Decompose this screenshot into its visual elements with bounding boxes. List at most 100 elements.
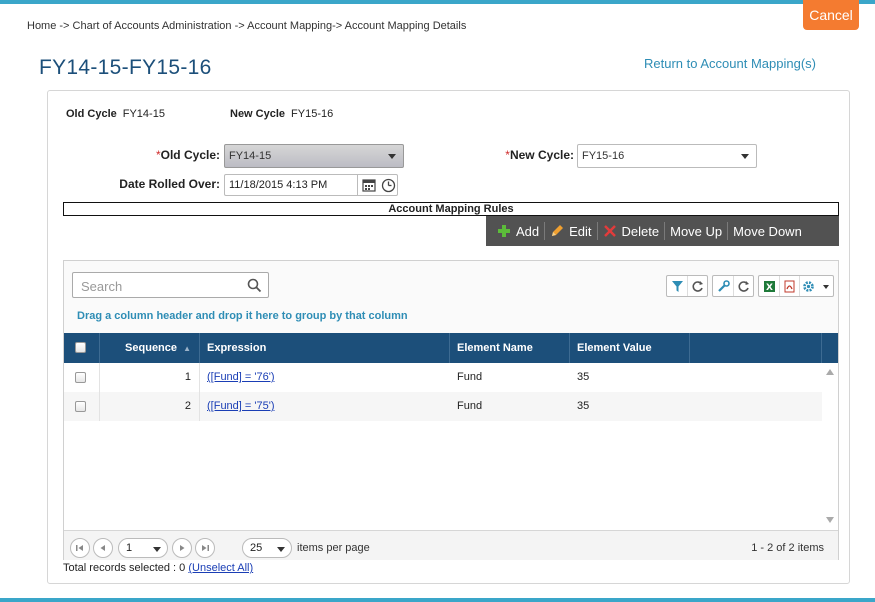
new-cycle-selected-value: FY15-16 [582,150,625,162]
scroll-up-icon[interactable] [826,369,834,375]
date-rolled-over-field[interactable]: 11/18/2015 4:13 PM [224,174,398,196]
new-cycle-info: New Cycle FY15-16 [230,108,333,120]
move-up-button[interactable]: Move Up [665,216,727,246]
cancel-button[interactable]: Cancel [803,0,859,30]
table-row[interactable]: 2 ([Fund] = '75') Fund 35 [64,392,838,421]
move-up-label: Move Up [670,223,723,239]
unselect-all-link[interactable]: (Unselect All) [188,562,253,574]
old-cycle-info-value: FY14-15 [122,108,165,120]
delete-x-icon [603,225,616,237]
new-cycle-label-text: New Cycle: [509,148,574,162]
pdf-export-icon[interactable] [779,276,799,296]
pencil-icon [552,225,564,236]
items-range-text: 1 - 2 of 2 items [751,542,824,554]
grid-scrollbar[interactable] [822,363,838,530]
return-to-account-mappings-link[interactable]: Return to Account Mapping(s) [644,56,816,71]
delete-label: Delete [621,223,660,239]
sort-ascending-icon: ▲ [183,344,191,353]
expression-cell: ([Fund] = '76') [200,363,450,392]
column-header-expression[interactable]: Expression [200,333,450,363]
chevron-down-icon [153,547,161,552]
excel-export-icon[interactable]: X [759,276,779,296]
old-cycle-label: *Old Cycle: [100,148,220,162]
page-size-value: 25 [250,542,263,554]
export-group: X [758,275,834,297]
scroll-down-icon[interactable] [826,517,834,523]
new-cycle-info-label: New Cycle [230,108,286,120]
grid-toolbar-area: X Drag a column header and drop it here … [64,261,838,333]
grid-pager: 1 25 items per page 1 - 2 of 2 items [64,530,838,560]
old-cycle-info-label: Old Cycle [66,108,117,120]
edit-label: Edit [569,223,592,239]
old-cycle-label-text: Old Cycle: [160,148,220,162]
page-size-select[interactable]: 25 [242,538,292,558]
move-down-button[interactable]: Move Down [728,216,807,246]
expression-link[interactable]: ([Fund] = '75') [207,400,274,412]
column-header-element-name-label: Element Name [457,342,533,354]
move-down-label: Move Down [733,223,802,239]
search-icon[interactable] [247,278,262,296]
search-box [72,272,269,298]
select-all-checkbox[interactable] [75,342,86,353]
top-accent-bar [0,0,875,4]
first-page-button[interactable] [70,538,90,558]
sequence-cell: 1 [100,363,200,392]
filter-icon[interactable] [667,276,687,296]
column-header-element-value-label: Element Value [577,342,652,354]
table-row[interactable]: 1 ([Fund] = '76') Fund 35 [64,363,838,392]
clock-icon[interactable] [381,178,396,196]
element-value-cell: 35 [577,371,590,383]
rules-toolbar: Add Edit Delete Move Up Move Down [486,216,839,246]
column-header-spacer [690,333,822,363]
add-button[interactable]: Add [492,216,544,246]
new-cycle-select[interactable]: FY15-16 [577,144,757,168]
account-mapping-rules-title: Account Mapping Rules [63,202,839,216]
page-number-select[interactable]: 1 [118,538,168,558]
new-cycle-label: *New Cycle: [470,148,574,162]
group-by-hint: Drag a column header and drop it here to… [77,310,408,322]
svg-text:X: X [766,283,773,293]
column-header-element-name[interactable]: Element Name [450,333,570,363]
wrench-icon[interactable] [713,276,733,296]
first-page-icon [76,545,83,551]
edit-button[interactable]: Edit [545,216,596,246]
row-checkbox[interactable] [75,401,86,412]
old-cycle-info: Old Cycle FY14-15 [66,108,165,120]
previous-page-button[interactable] [93,538,113,558]
page-title: FY14-15-FY15-16 [39,56,212,79]
last-page-button[interactable] [195,538,215,558]
next-page-button[interactable] [172,538,192,558]
delete-button[interactable]: Delete [598,216,665,246]
select-all-header [64,333,100,363]
settings-tools-group [712,275,754,297]
date-rolled-over-value: 11/18/2015 4:13 PM [229,179,328,191]
element-value-cell: 35 [577,400,590,412]
column-header-element-value[interactable]: Element Value [570,333,690,363]
page-number-value: 1 [126,542,133,554]
reset-filter-icon[interactable] [687,276,707,296]
element-name-cell: Fund [457,371,483,383]
column-header-sequence-label: Sequence [125,342,178,354]
row-checkbox[interactable] [75,372,86,383]
add-label: Add [516,223,540,239]
gear-dropdown-icon[interactable] [799,276,833,296]
items-per-page-label: items per page [297,542,370,554]
previous-page-icon [100,545,105,551]
chevron-down-icon [277,547,285,552]
last-page-icon [202,545,209,551]
calendar-icon[interactable] [362,178,376,195]
expression-link[interactable]: ([Fund] = '76') [207,371,274,383]
column-header-sequence[interactable]: Sequence ▲ [100,333,200,363]
total-records-selected: Total records selected : 0 (Unselect All… [63,562,253,574]
chevron-down-icon [741,154,749,159]
filter-group [666,275,708,297]
old-cycle-select[interactable]: FY14-15 [224,144,404,168]
column-header-expression-label: Expression [207,342,267,354]
search-input[interactable] [79,278,239,295]
grid-header: Sequence ▲ Expression Element Name Eleme… [64,333,838,363]
row-select-cell [64,363,100,392]
grid-tool-icons: X [666,275,838,297]
date-rolled-over-label: Date Rolled Over: [119,177,220,191]
next-page-icon [180,545,185,551]
refresh-icon[interactable] [733,276,753,296]
